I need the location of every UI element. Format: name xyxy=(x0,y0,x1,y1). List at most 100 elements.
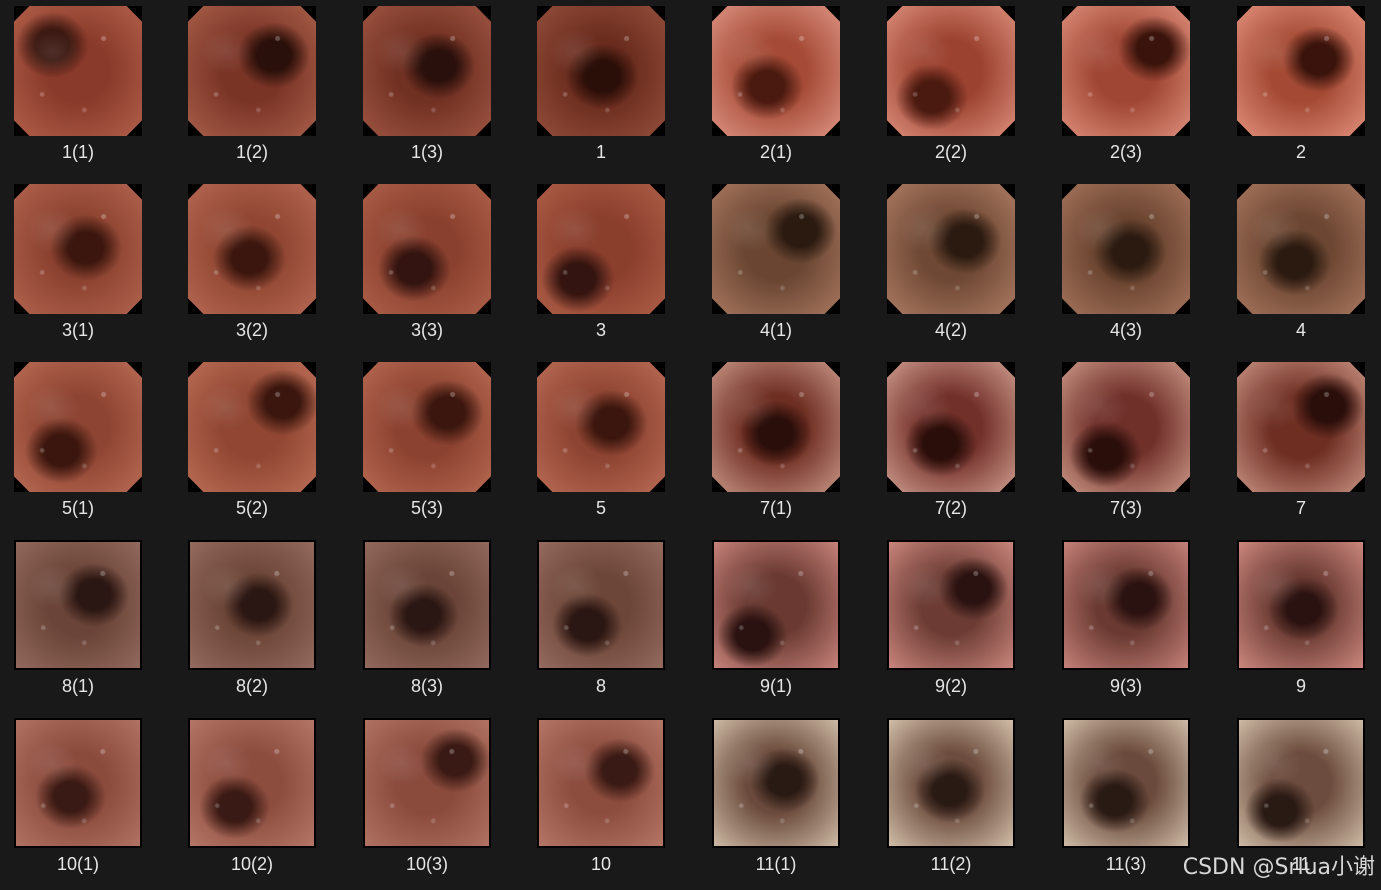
file-thumbnail[interactable] xyxy=(14,362,142,492)
file-thumbnail[interactable] xyxy=(14,718,142,848)
endoscopy-image xyxy=(537,362,665,492)
file-thumbnail[interactable] xyxy=(1237,362,1365,492)
file-name-label: 7(3) xyxy=(1048,498,1204,518)
file-thumbnail[interactable] xyxy=(1062,6,1190,136)
file-thumbnail[interactable] xyxy=(1237,184,1365,314)
file-tile[interactable]: 8(3) xyxy=(349,534,523,712)
file-thumbnail[interactable] xyxy=(887,718,1015,848)
file-tile[interactable]: 2 xyxy=(1223,0,1381,178)
endoscopy-image xyxy=(1239,720,1363,846)
file-tile[interactable]: 3(1) xyxy=(0,178,174,356)
file-tile[interactable]: 7 xyxy=(1223,356,1381,534)
file-thumbnail[interactable] xyxy=(14,540,142,670)
endoscopy-image xyxy=(537,6,665,136)
file-thumbnail[interactable] xyxy=(712,718,840,848)
file-tile[interactable]: 10 xyxy=(523,712,697,890)
file-tile[interactable]: 7(3) xyxy=(1048,356,1222,534)
file-thumbnail[interactable] xyxy=(537,718,665,848)
file-name-label: 4(1) xyxy=(698,320,854,340)
file-thumbnail[interactable] xyxy=(188,540,316,670)
file-tile[interactable]: 5(3) xyxy=(349,356,523,534)
file-thumbnail[interactable] xyxy=(1237,718,1365,848)
file-tile[interactable]: 8 xyxy=(523,534,697,712)
file-tile[interactable]: 4(3) xyxy=(1048,178,1222,356)
file-thumbnail[interactable] xyxy=(537,6,665,136)
endoscopy-image xyxy=(714,542,838,668)
file-tile[interactable]: 10(1) xyxy=(0,712,174,890)
file-tile[interactable]: 3(2) xyxy=(174,178,348,356)
file-thumbnail[interactable] xyxy=(887,6,1015,136)
file-thumbnail[interactable] xyxy=(712,6,840,136)
file-thumbnail[interactable] xyxy=(363,362,491,492)
file-thumbnail[interactable] xyxy=(1062,718,1190,848)
file-tile[interactable]: 2(2) xyxy=(873,0,1047,178)
file-tile[interactable]: 5(2) xyxy=(174,356,348,534)
file-name-label: 10(1) xyxy=(0,854,156,874)
file-thumbnail[interactable] xyxy=(887,362,1015,492)
file-thumbnail[interactable] xyxy=(887,540,1015,670)
file-name-label: 4 xyxy=(1223,320,1379,340)
file-tile[interactable]: 1(1) xyxy=(0,0,174,178)
file-name-label: 10 xyxy=(523,854,679,874)
file-tile[interactable]: 7(2) xyxy=(873,356,1047,534)
file-thumbnail[interactable] xyxy=(887,184,1015,314)
file-tile[interactable]: 8(2) xyxy=(174,534,348,712)
endoscopy-image xyxy=(537,184,665,314)
file-tile[interactable]: 1(3) xyxy=(349,0,523,178)
file-tile[interactable]: 1(2) xyxy=(174,0,348,178)
file-name-label: 4(3) xyxy=(1048,320,1204,340)
file-tile[interactable]: 9 xyxy=(1223,534,1381,712)
file-tile[interactable]: 3 xyxy=(523,178,697,356)
file-tile[interactable]: 11(1) xyxy=(698,712,872,890)
file-thumbnail[interactable] xyxy=(712,540,840,670)
file-tile[interactable]: 2(3) xyxy=(1048,0,1222,178)
file-tile[interactable]: 10(2) xyxy=(174,712,348,890)
file-name-label: 2(3) xyxy=(1048,142,1204,162)
file-thumbnail[interactable] xyxy=(188,362,316,492)
file-thumbnail[interactable] xyxy=(14,6,142,136)
file-thumbnail[interactable] xyxy=(712,362,840,492)
file-tile[interactable]: 4(1) xyxy=(698,178,872,356)
file-thumbnail[interactable] xyxy=(363,184,491,314)
file-tile[interactable]: 9(1) xyxy=(698,534,872,712)
file-tile[interactable]: 1 xyxy=(523,0,697,178)
file-name-label: 11(2) xyxy=(873,854,1029,874)
file-tile[interactable]: 5 xyxy=(523,356,697,534)
file-tile[interactable]: 10(3) xyxy=(349,712,523,890)
file-thumbnail[interactable] xyxy=(14,184,142,314)
file-thumbnail[interactable] xyxy=(188,718,316,848)
file-name-label: 3(1) xyxy=(0,320,156,340)
file-thumbnail[interactable] xyxy=(188,6,316,136)
file-thumbnail[interactable] xyxy=(712,184,840,314)
endoscopy-image xyxy=(365,720,489,846)
file-tile[interactable]: 2(1) xyxy=(698,0,872,178)
endoscopy-image xyxy=(365,542,489,668)
file-thumbnail[interactable] xyxy=(537,540,665,670)
file-tile[interactable]: 4 xyxy=(1223,178,1381,356)
file-thumbnail[interactable] xyxy=(188,184,316,314)
file-thumbnail[interactable] xyxy=(1237,6,1365,136)
file-thumbnail[interactable] xyxy=(1062,362,1190,492)
endoscopy-image xyxy=(539,720,663,846)
file-thumbnail[interactable] xyxy=(363,6,491,136)
endoscopy-image xyxy=(887,362,1015,492)
file-tile[interactable]: 9(3) xyxy=(1048,534,1222,712)
file-name-label: 1 xyxy=(523,142,679,162)
file-name-label: 11(1) xyxy=(698,854,854,874)
file-thumbnail[interactable] xyxy=(363,540,491,670)
endoscopy-image xyxy=(1062,362,1190,492)
file-thumbnail[interactable] xyxy=(363,718,491,848)
file-thumbnail[interactable] xyxy=(1062,540,1190,670)
file-thumbnail[interactable] xyxy=(1237,540,1365,670)
file-tile[interactable]: 5(1) xyxy=(0,356,174,534)
file-thumbnail[interactable] xyxy=(537,362,665,492)
file-tile[interactable]: 9(2) xyxy=(873,534,1047,712)
file-tile[interactable]: 7(1) xyxy=(698,356,872,534)
file-thumbnail[interactable] xyxy=(537,184,665,314)
file-thumbnail[interactable] xyxy=(1062,184,1190,314)
endoscopy-image xyxy=(16,542,140,668)
file-tile[interactable]: 11(2) xyxy=(873,712,1047,890)
file-tile[interactable]: 4(2) xyxy=(873,178,1047,356)
file-tile[interactable]: 3(3) xyxy=(349,178,523,356)
file-tile[interactable]: 8(1) xyxy=(0,534,174,712)
